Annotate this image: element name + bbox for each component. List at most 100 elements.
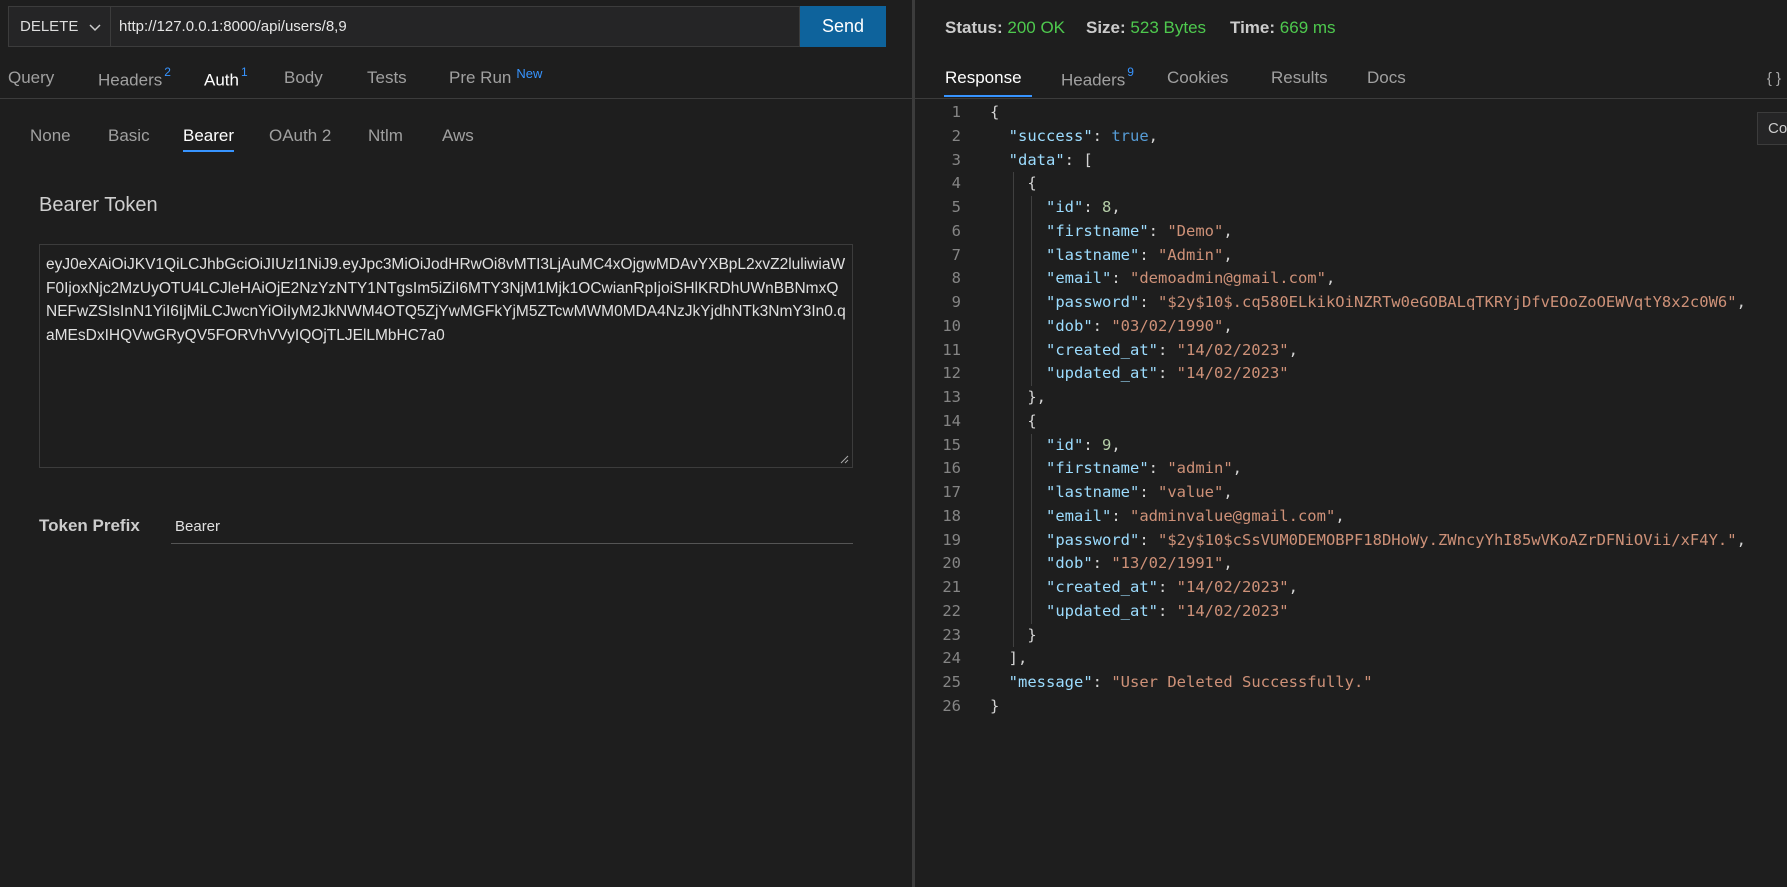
tab-label: Headers [98,70,163,90]
tab-tests[interactable]: Tests [367,68,407,88]
line-number: 18 [942,506,961,525]
url-input[interactable]: http://127.0.0.1:8000/api/users/8,9 [110,6,800,47]
auth-tab-ntlm[interactable]: Ntlm [368,126,403,146]
new-badge: New [516,66,543,81]
line-number: 8 [951,269,961,288]
code-text: { [990,411,1037,430]
line-number: 25 [942,673,961,691]
code-text: { [990,103,1000,121]
code-text: { [990,174,1037,193]
line-number: 5 [951,198,961,216]
code-text: "lastname": "value", [1046,483,1233,501]
tab-label: Body [284,68,323,87]
line-number: 22 [942,601,961,620]
response-body: 1{2 "success": true, 3 "data": [4 {5 "id"… [915,101,1787,719]
bearer-token-heading: Bearer Token [39,194,158,216]
send-button[interactable]: Send [800,6,886,47]
code-text: "email": "demoadmin@gmail.com", [1046,269,1336,288]
code-text: "password": "$2y$10$.cq580ELkikOiNZRTw0e… [1046,293,1746,311]
code-line: 5 "id": 8, [915,196,1787,220]
line-number: 6 [951,221,961,240]
tab-response[interactable]: Response [945,68,1022,88]
active-tab-indicator [944,95,1032,97]
token-value: eyJ0eXAiOiJKV1QiLCJhbGciOiJIUzI1NiJ9.eyJ… [46,256,846,344]
line-number: 19 [942,530,961,549]
line-number: 4 [951,174,961,193]
tab-auth[interactable]: Auth 1 [204,65,248,91]
chevron-down-icon [89,24,101,32]
active-tab-indicator [183,150,234,152]
status-item: Status: 200 OK [945,18,1065,38]
resize-grip-icon[interactable] [840,455,849,464]
tab-badge: 9 [1127,65,1134,79]
code-line: 24 ], [915,647,1787,671]
auth-tab-none[interactable]: None [30,126,71,146]
token-prefix-input[interactable]: Bearer [171,506,853,544]
code-text: "updated_at": "14/02/2023" [1046,601,1289,620]
code-line: 6 "firstname": "Demo", [915,219,1787,244]
format-json-icon[interactable]: { } [1767,70,1781,87]
line-number: 20 [942,554,961,573]
tab-pre-run[interactable]: Pre Run New [449,66,543,88]
tab-response-headers[interactable]: Headers 9 [1061,65,1134,91]
code-line: 1{ [915,101,1787,125]
code-text: "email": "adminvalue@gmail.com", [1046,506,1345,525]
code-line: 15 "id": 9, [915,433,1787,458]
auth-tab-basic[interactable]: Basic [108,126,150,146]
tab-cookies[interactable]: Cookies [1167,68,1228,88]
time-item: Time: 669 ms [1230,18,1336,38]
tab-body[interactable]: Body [284,68,323,88]
code-text: "updated_at": "14/02/2023" [1046,364,1289,383]
code-line: 18 "email": "adminvalue@gmail.com", [915,504,1787,529]
code-line: 25 "message": "User Deleted Successfully… [915,671,1787,695]
time-value: 669 ms [1279,18,1336,37]
tab-label: Headers [1061,70,1126,90]
code-text: } [990,625,1037,644]
method-select[interactable]: DELETE [8,6,110,47]
code-text: "dob": "13/02/1991", [1046,554,1233,573]
line-number: 2 [951,126,961,145]
line-number: 3 [951,150,961,169]
line-number: 21 [942,578,961,596]
auth-tab-bearer[interactable]: Bearer [183,126,234,146]
line-number: 9 [951,293,961,311]
auth-tab-aws[interactable]: Aws [442,126,474,146]
auth-tab-oauth2[interactable]: OAuth 2 [269,126,331,146]
response-tabs: Response Headers 9 Cookies Results Docs [915,60,1787,99]
line-number: 7 [951,245,961,264]
line-number: 1 [951,103,961,121]
tab-label: Auth [204,70,239,90]
line-number: 15 [942,435,961,454]
token-prefix-label: Token Prefix [39,516,140,535]
tab-badge: 1 [240,65,248,79]
code-text: }, [990,388,1046,406]
tab-results[interactable]: Results [1271,68,1328,88]
tab-docs[interactable]: Docs [1367,68,1406,88]
code-text: "created_at": "14/02/2023", [1046,340,1298,359]
code-line: 4 { [915,172,1787,196]
code-text: "dob": "03/02/1990", [1046,316,1233,335]
line-number: 11 [942,340,961,359]
response-panel: Status: 200 OK Size: 523 Bytes Time: 669… [915,0,1787,887]
code-text: "firstname": "Demo", [1046,221,1233,240]
method-value: DELETE [20,18,79,35]
tab-label: Tests [367,68,407,87]
code-line: 17 "lastname": "value", [915,481,1787,505]
line-number: 17 [942,483,961,501]
tab-label: Query [8,68,55,87]
copy-button[interactable]: Co [1757,112,1787,145]
line-number: 14 [942,411,961,430]
tab-query[interactable]: Query [8,68,54,88]
code-text: ], [990,649,1028,668]
time-label: Time: [1230,18,1276,37]
code-line: 21 "created_at": "14/02/2023", [915,576,1787,600]
code-line: 2 "success": true, [915,125,1787,149]
line-number: 13 [942,388,961,406]
tab-headers[interactable]: Headers 2 [98,65,171,91]
line-number: 16 [942,459,961,478]
line-number: 23 [942,625,961,644]
code-text: } [990,696,1000,715]
size-item: Size: 523 Bytes [1086,18,1206,38]
code-line: 14 { [915,409,1787,434]
bearer-token-textarea[interactable]: eyJ0eXAiOiJKV1QiLCJhbGciOiJIUzI1NiJ9.eyJ… [39,244,853,468]
